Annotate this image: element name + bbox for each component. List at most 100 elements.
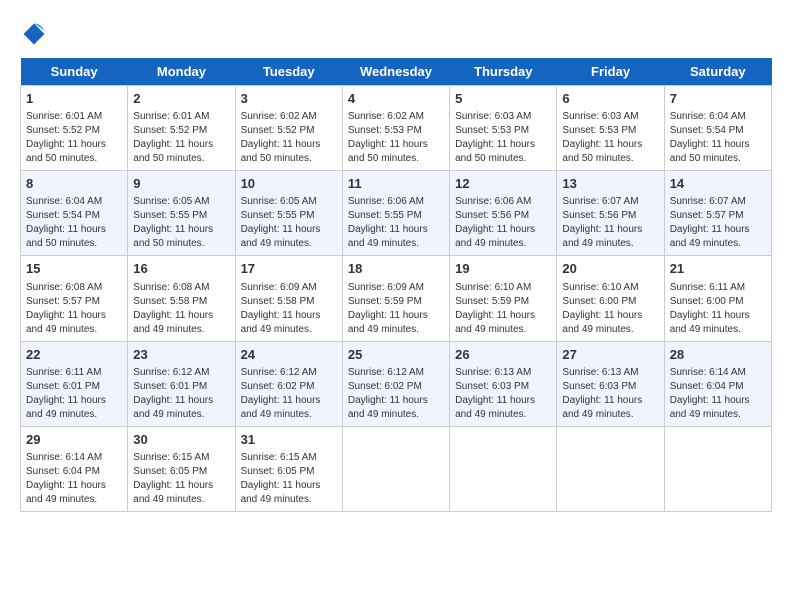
day-number: 26 [455,346,551,364]
calendar-day-cell: 25Sunrise: 6:12 AMSunset: 6:02 PMDayligh… [342,341,449,426]
sunrise-text: Sunrise: 6:05 AM [241,196,317,207]
sunrise-text: Sunrise: 6:08 AM [133,282,209,293]
calendar-day-cell: 11Sunrise: 6:06 AMSunset: 5:55 PMDayligh… [342,171,449,256]
sunrise-text: Sunrise: 6:11 AM [670,282,745,293]
calendar-day-cell: 12Sunrise: 6:06 AMSunset: 5:56 PMDayligh… [450,171,557,256]
sunset-text: Sunset: 6:01 PM [26,381,100,392]
daylight-text: Daylight: 11 hours and 50 minutes. [133,224,213,249]
daylight-text: Daylight: 11 hours and 49 minutes. [241,480,321,505]
day-number: 30 [133,431,229,449]
sunset-text: Sunset: 5:54 PM [26,210,100,221]
sunset-text: Sunset: 6:02 PM [348,381,422,392]
sunset-text: Sunset: 5:52 PM [133,125,207,136]
logo-icon [20,20,48,48]
sunrise-text: Sunrise: 6:12 AM [241,367,317,378]
daylight-text: Daylight: 11 hours and 49 minutes. [26,310,106,335]
col-header-tuesday: Tuesday [235,58,342,86]
sunset-text: Sunset: 6:04 PM [670,381,744,392]
daylight-text: Daylight: 11 hours and 49 minutes. [348,310,428,335]
day-number: 19 [455,260,551,278]
day-number: 11 [348,175,444,193]
sunset-text: Sunset: 5:54 PM [670,125,744,136]
calendar-day-cell: 10 Sunrise: 6:05 AM Sunset: 5:55 PM Dayligh… [235,171,342,256]
sunrise-text: Sunrise: 6:07 AM [670,196,746,207]
page-header [20,20,772,48]
sunrise-text: Sunrise: 6:05 AM [133,196,209,207]
calendar-day-cell: 31Sunrise: 6:15 AMSunset: 6:05 PMDayligh… [235,426,342,511]
day-number: 23 [133,346,229,364]
day-number: 27 [562,346,658,364]
daylight-text: Daylight: 11 hours and 50 minutes. [348,139,428,164]
calendar-day-cell: 24Sunrise: 6:12 AMSunset: 6:02 PMDayligh… [235,341,342,426]
sunrise-text: Sunrise: 6:04 AM [26,196,102,207]
sunset-text: Sunset: 5:58 PM [133,296,207,307]
daylight-text: Daylight: 11 hours and 49 minutes. [241,224,321,249]
day-number: 14 [670,175,766,193]
sunset-text: Sunset: 5:55 PM [348,210,422,221]
daylight-text: Daylight: 11 hours and 49 minutes. [133,480,213,505]
sunset-text: Sunset: 5:57 PM [670,210,744,221]
calendar-day-cell: 27Sunrise: 6:13 AMSunset: 6:03 PMDayligh… [557,341,664,426]
calendar-day-cell: 5Sunrise: 6:03 AMSunset: 5:53 PMDaylight… [450,86,557,171]
sunrise-text: Sunrise: 6:03 AM [455,111,531,122]
day-number: 10 [241,175,337,193]
calendar-week-row: 1Sunrise: 6:01 AMSunset: 5:52 PMDaylight… [21,86,772,171]
sunset-text: Sunset: 6:01 PM [133,381,207,392]
calendar-day-cell: 22 Sunrise: 6:11 AM Sunset: 6:01 PM Dayligh… [21,341,128,426]
day-number: 6 [562,90,658,108]
day-number: 8 [26,175,122,193]
day-number: 7 [670,90,766,108]
daylight-text: Daylight: 11 hours and 49 minutes. [562,224,642,249]
sunrise-text: Sunrise: 6:10 AM [562,282,638,293]
calendar-day-cell: 3Sunrise: 6:02 AMSunset: 5:52 PMDaylight… [235,86,342,171]
sunrise-text: Sunrise: 6:03 AM [562,111,638,122]
col-header-thursday: Thursday [450,58,557,86]
daylight-text: Daylight: 11 hours and 49 minutes. [348,395,428,420]
day-number: 1 [26,90,122,108]
sunrise-text: Sunrise: 6:07 AM [562,196,638,207]
day-number: 25 [348,346,444,364]
day-number: 22 [26,346,122,364]
sunrise-text: Sunrise: 6:11 AM [26,367,101,378]
sunrise-text: Sunrise: 6:06 AM [455,196,531,207]
calendar-day-cell: 15Sunrise: 6:08 AMSunset: 5:57 PMDayligh… [21,256,128,341]
sunset-text: Sunset: 5:53 PM [455,125,529,136]
sunset-text: Sunset: 5:56 PM [455,210,529,221]
daylight-text: Daylight: 11 hours and 49 minutes. [133,310,213,335]
daylight-text: Daylight: 11 hours and 50 minutes. [562,139,642,164]
daylight-text: Daylight: 11 hours and 50 minutes. [133,139,213,164]
calendar-day-cell: 29Sunrise: 6:14 AMSunset: 6:04 PMDayligh… [21,426,128,511]
daylight-text: Daylight: 11 hours and 49 minutes. [455,310,535,335]
sunrise-text: Sunrise: 6:08 AM [26,282,102,293]
day-number: 21 [670,260,766,278]
day-number: 2 [133,90,229,108]
daylight-text: Daylight: 11 hours and 49 minutes. [455,395,535,420]
calendar-day-cell: 16 Sunrise: 6:08 AM Sunset: 5:58 PM Dayligh… [128,256,235,341]
day-number: 9 [133,175,229,193]
sunset-text: Sunset: 6:02 PM [241,381,315,392]
day-number: 20 [562,260,658,278]
day-number: 31 [241,431,337,449]
daylight-text: Daylight: 11 hours and 49 minutes. [133,395,213,420]
sunset-text: Sunset: 5:55 PM [241,210,315,221]
calendar-header-row: SundayMondayTuesdayWednesdayThursdayFrid… [21,58,772,86]
sunset-text: Sunset: 5:59 PM [455,296,529,307]
daylight-text: Daylight: 11 hours and 49 minutes. [670,310,750,335]
calendar-day-cell: 6Sunrise: 6:03 AMSunset: 5:53 PMDaylight… [557,86,664,171]
day-number: 29 [26,431,122,449]
sunset-text: Sunset: 5:57 PM [26,296,100,307]
col-header-sunday: Sunday [21,58,128,86]
sunset-text: Sunset: 6:03 PM [562,381,636,392]
calendar-table: SundayMondayTuesdayWednesdayThursdayFrid… [20,58,772,512]
calendar-day-cell: 2Sunrise: 6:01 AMSunset: 5:52 PMDaylight… [128,86,235,171]
day-number: 16 [133,260,229,278]
calendar-day-cell: 30Sunrise: 6:15 AMSunset: 6:05 PMDayligh… [128,426,235,511]
sunrise-text: Sunrise: 6:13 AM [562,367,638,378]
calendar-day-cell: 23Sunrise: 6:12 AMSunset: 6:01 PMDayligh… [128,341,235,426]
sunrise-text: Sunrise: 6:15 AM [241,452,317,463]
calendar-week-row: 22 Sunrise: 6:11 AM Sunset: 6:01 PM Dayligh… [21,341,772,426]
daylight-text: Daylight: 11 hours and 50 minutes. [26,224,106,249]
sunrise-text: Sunrise: 6:10 AM [455,282,531,293]
calendar-day-cell: 8 Sunrise: 6:04 AM Sunset: 5:54 PM Daylight… [21,171,128,256]
daylight-text: Daylight: 11 hours and 49 minutes. [26,395,106,420]
